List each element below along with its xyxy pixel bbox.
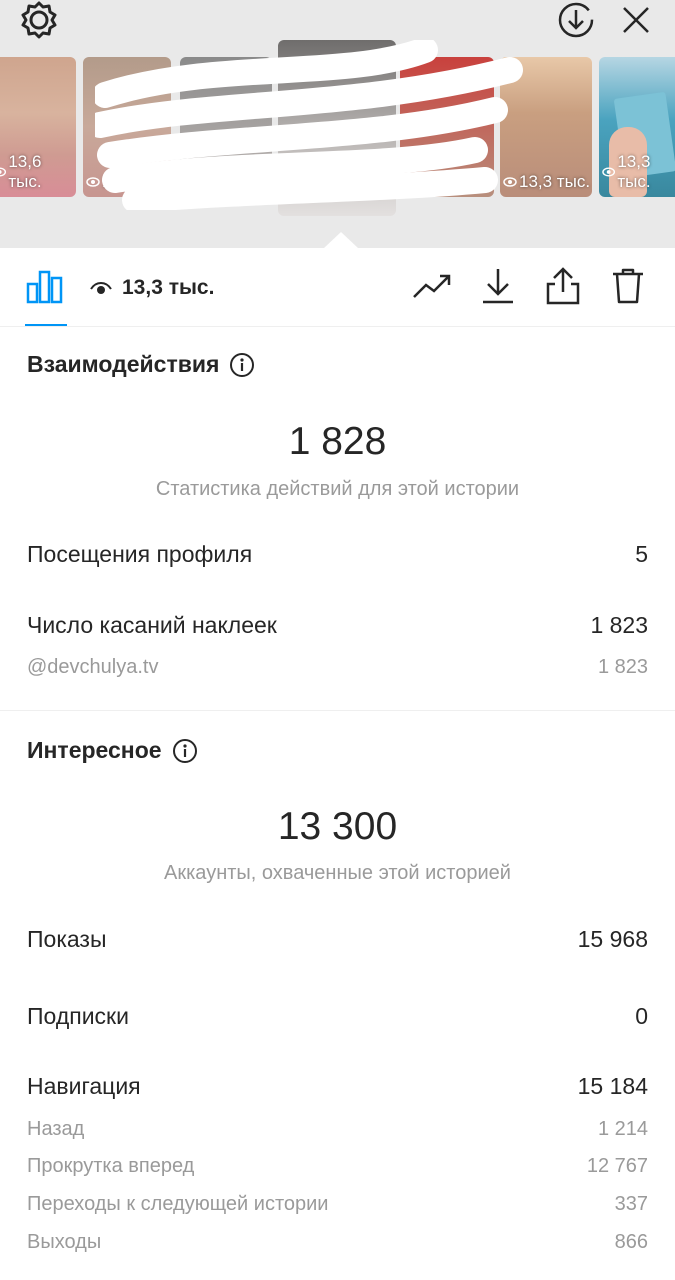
close-icon [623, 7, 649, 33]
stat-value: 15 968 [577, 926, 648, 952]
thumbnail-view-count: 13,6 тыс. [8, 152, 42, 191]
stat-label: Подписки [27, 1003, 129, 1029]
interactions-title: Взаимодействия [27, 351, 255, 378]
stat-label: Навигация [27, 1073, 141, 1099]
view-count: 13,3 тыс. [90, 276, 214, 300]
share-icon [546, 267, 580, 305]
download-icon [483, 269, 513, 304]
stat-label: Число касаний наклеек [27, 612, 277, 638]
thumbnail-views: 13,6 тыс. [0, 152, 76, 192]
info-icon[interactable] [172, 738, 198, 764]
story-thumbnail[interactable]: 13,3 тыс. [599, 57, 675, 197]
stat-value: 15 184 [577, 1073, 648, 1099]
share-button[interactable] [543, 266, 583, 306]
thumbnail-views: 13,3 тыс. [602, 152, 675, 192]
interactions-total: 1 828 [288, 420, 387, 463]
interactions-caption: Статистика действий для этой истории [155, 478, 520, 500]
section-divider [0, 710, 675, 711]
promote-button[interactable] [412, 266, 452, 306]
navigation-value: 1 214 [597, 1118, 648, 1140]
story-thumbnail[interactable]: 13,6 тыс. [0, 57, 76, 197]
insights-tab[interactable] [25, 266, 65, 306]
eye-icon [90, 282, 112, 294]
stat-value: 0 [635, 1003, 648, 1029]
download-circle-icon [558, 2, 594, 38]
navigation-subrow: Назад 1 214 [27, 1118, 648, 1141]
trash-icon [613, 268, 643, 304]
navigation-value: 12 767 [586, 1155, 648, 1177]
eye-icon [602, 167, 616, 177]
download-circle-button[interactable] [556, 0, 596, 40]
navigation-label: Переходы к следующей истории [27, 1193, 329, 1215]
navigation-label: Прокрутка вперед [27, 1155, 195, 1177]
stat-value: 5 [635, 541, 648, 567]
stat-label: Показы [27, 926, 107, 952]
bar-chart-icon [26, 270, 63, 304]
active-tab-indicator [25, 324, 67, 326]
stat-value: 1 823 [590, 612, 648, 638]
navigation-label: Выходы [27, 1231, 102, 1253]
stat-row: Навигация 15 184 [27, 1073, 648, 1100]
view-count-value: 13,3 тыс. [122, 276, 215, 299]
discovery-caption: Аккаунты, охваченные этой историей [164, 862, 511, 884]
mention-label: @devchulya.tv [27, 656, 159, 678]
stat-row: Посещения профиля 5 [27, 541, 648, 568]
interactions-title-text: Взаимодействия [27, 351, 220, 377]
stat-row: Показы 15 968 [27, 926, 648, 953]
trend-icon [413, 274, 451, 298]
eye-icon [0, 167, 7, 177]
info-icon[interactable] [229, 352, 255, 378]
stat-row: Подписки 0 [27, 1003, 648, 1030]
redaction-scribble [95, 40, 523, 210]
mention-value: 1 823 [597, 656, 648, 678]
navigation-value: 866 [614, 1231, 648, 1253]
stat-label: Посещения профиля [27, 541, 253, 567]
close-button[interactable] [616, 0, 656, 40]
gear-icon [21, 1, 57, 39]
navigation-value: 337 [614, 1193, 648, 1215]
thumbnail-view-count: 13,3 тыс. [617, 152, 651, 191]
discovery-total: 13 300 [277, 805, 398, 848]
stat-row: Число касаний наклеек 1 823 [27, 612, 648, 639]
delete-button[interactable] [608, 266, 648, 306]
settings-button[interactable] [18, 0, 60, 40]
discovery-title: Интересное [27, 737, 198, 764]
navigation-label: Назад [27, 1118, 85, 1140]
selected-pointer [324, 232, 358, 248]
save-button[interactable] [478, 266, 518, 306]
navigation-subrow: Переходы к следующей истории 337 [27, 1193, 648, 1216]
discovery-title-text: Интересное [27, 737, 162, 763]
navigation-subrow: Прокрутка вперед 12 767 [27, 1155, 648, 1178]
stat-subrow: @devchulya.tv 1 823 [27, 656, 648, 679]
thumbnail-view-count: 13,3 тыс. [519, 172, 591, 191]
navigation-subrow: Выходы 866 [27, 1231, 648, 1254]
